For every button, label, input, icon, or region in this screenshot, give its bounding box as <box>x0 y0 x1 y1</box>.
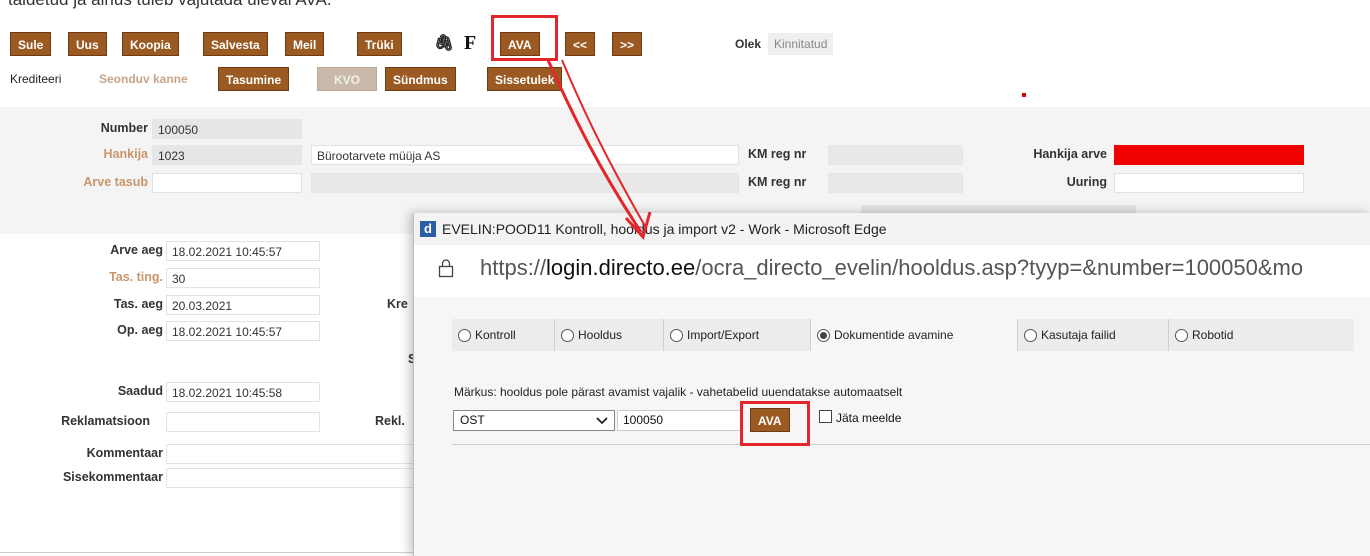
red-arrow-icon <box>546 59 652 241</box>
